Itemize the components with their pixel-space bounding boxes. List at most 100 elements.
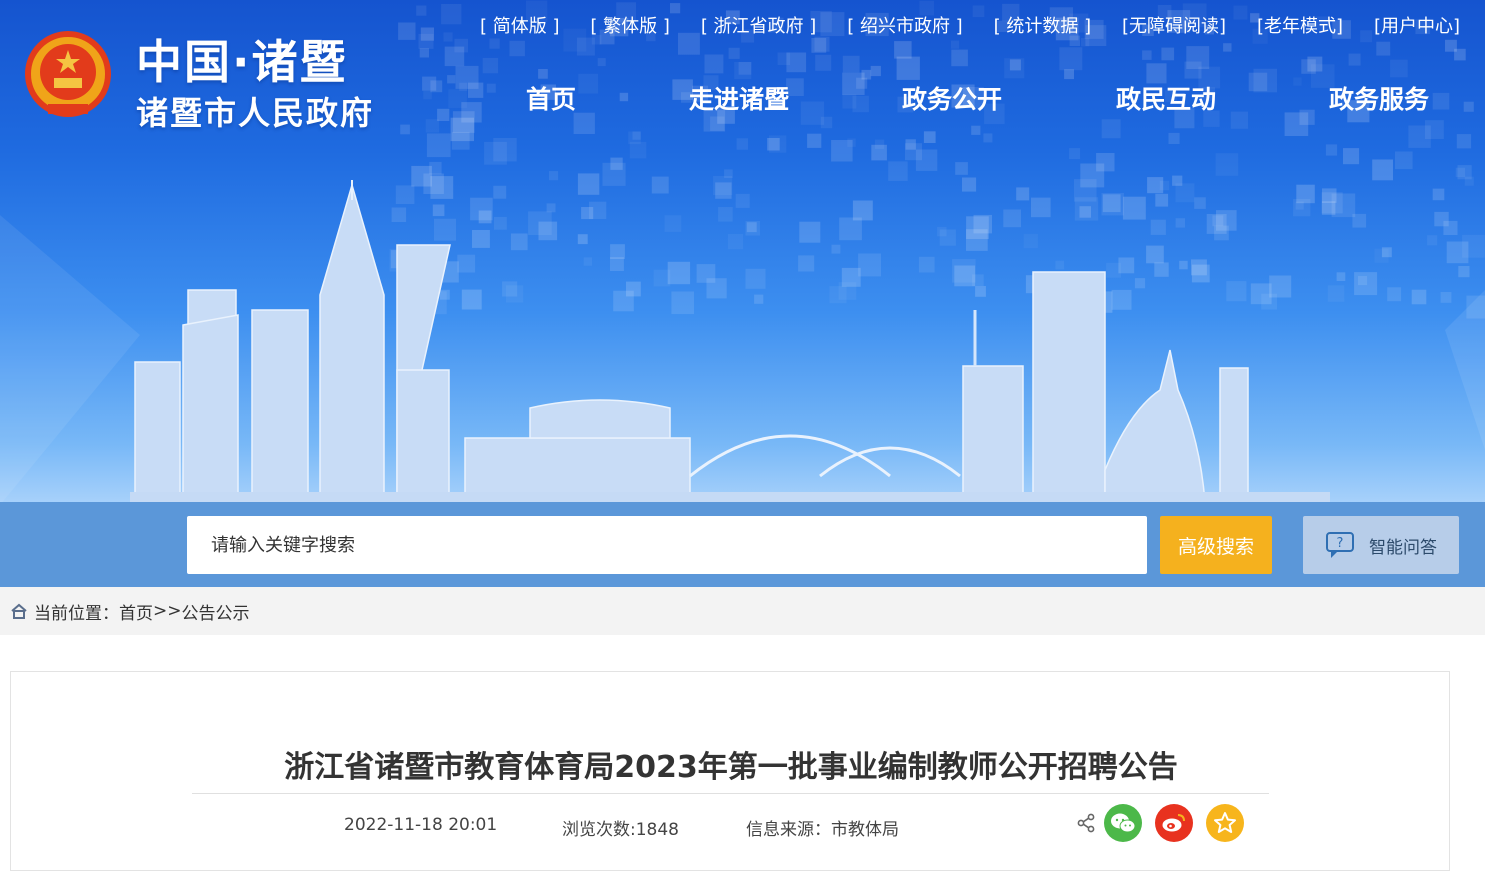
article-panel: 浙江省诸暨市教育体育局2023年第一批事业编制教师公开招聘公告 2022-11-… <box>10 671 1450 871</box>
banner-pixel <box>430 80 443 93</box>
banner-pixel <box>419 48 429 58</box>
favorite-button[interactable] <box>1206 804 1244 842</box>
banner-pixel <box>1064 69 1074 80</box>
banner-pixel <box>894 41 912 59</box>
banner-pixel <box>444 46 465 67</box>
banner-pixel <box>538 69 548 79</box>
banner-pixel <box>420 27 434 41</box>
banner-pixel <box>1301 59 1316 74</box>
breadcrumb-home-link[interactable]: 首页 <box>119 599 153 624</box>
banner-pixel <box>425 119 439 133</box>
info-source: 信息来源：市教体局 <box>746 820 899 840</box>
link-user-center[interactable]: [用户中心] <box>1374 12 1460 38</box>
nav-gov-services[interactable]: 政务服务 <box>1329 80 1429 116</box>
banner-pixel <box>455 65 479 89</box>
link-shaoxing-gov[interactable]: [ 绍兴市政府 ] <box>847 12 963 38</box>
banner-pixel <box>915 149 938 171</box>
city-skyline-illustration <box>130 180 1330 503</box>
banner-pixel <box>888 161 908 181</box>
share-wechat-button[interactable] <box>1104 804 1142 842</box>
search-input[interactable] <box>187 516 1147 574</box>
site-subtitle: 诸暨市人民政府 <box>136 94 375 132</box>
banner-pixel <box>610 157 623 170</box>
national-emblem-icon <box>25 31 111 117</box>
banner-pixel <box>1454 48 1466 61</box>
banner-pixel <box>482 57 499 74</box>
main-navigation: 首页 走进诸暨 政务公开 政民互动 政务服务 <box>500 80 1460 120</box>
banner-pixel <box>1161 47 1175 61</box>
nav-home[interactable]: 首页 <box>526 80 576 116</box>
banner-pixel <box>983 133 993 143</box>
banner-pixel <box>870 65 881 77</box>
link-accessibility[interactable]: [无障碍阅读] <box>1122 12 1226 38</box>
banner-pixel <box>1463 101 1474 112</box>
banner-pixel <box>738 62 752 75</box>
banner-pixel <box>861 69 872 80</box>
top-utility-links: [ 简体版 ] [ 繁体版 ] [ 浙江省政府 ] [ 绍兴市政府 ] [ 统计… <box>480 12 1460 38</box>
banner-pixel <box>704 54 724 74</box>
link-statistics[interactable]: [ 统计数据 ] <box>994 12 1092 38</box>
breadcrumb-current[interactable]: 公告公示 <box>182 599 250 624</box>
banner-pixel <box>447 75 456 84</box>
breadcrumb: 当前位置： 首页 >> 公告公示 <box>0 587 1485 635</box>
banner-pixel <box>736 138 748 150</box>
svg-text:?: ? <box>1337 536 1344 551</box>
banner-pixel <box>484 141 507 165</box>
banner-pixel <box>441 4 462 25</box>
link-traditional[interactable]: [ 繁体版 ] <box>590 12 670 38</box>
banner-pixel <box>847 138 856 147</box>
banner-pixel <box>896 56 920 80</box>
article-title: 浙江省诸暨市教育体育局2023年第一批事业编制教师公开招聘公告 <box>284 750 1178 785</box>
banner-pixel <box>955 162 968 175</box>
banner-pixel <box>811 38 827 53</box>
banner-pixel <box>1390 59 1408 78</box>
view-count: 浏览次数:1848 <box>562 820 679 840</box>
banner-pixel <box>807 133 822 148</box>
home-icon <box>11 603 27 619</box>
share-toolbar <box>1076 803 1244 843</box>
site-title: 中国·诸暨 <box>136 35 348 89</box>
advanced-search-button[interactable]: 高级搜索 <box>1160 516 1272 574</box>
banner-pixel <box>416 5 427 16</box>
banner-pixel <box>1142 50 1152 60</box>
banner-pixel <box>398 22 416 40</box>
banner-pixel <box>815 54 832 71</box>
banner-pixel <box>1372 159 1393 181</box>
banner-pixel <box>426 133 451 158</box>
header-banner: 中国·诸暨 诸暨市人民政府 [ 简体版 ] [ 繁体版 ] [ 浙江省政府 ] … <box>0 0 1485 505</box>
breadcrumb-separator: >> <box>153 601 182 621</box>
banner-pixel <box>728 47 740 59</box>
banner-pixel <box>1408 125 1431 148</box>
banner-pixel <box>486 83 496 93</box>
banner-pixel <box>1186 46 1210 69</box>
banner-pixel <box>905 139 916 150</box>
chat-bubble-question-icon: ? <box>1326 532 1354 558</box>
banner-pixel <box>597 58 606 67</box>
smart-qa-label: 智能问答 <box>1369 537 1437 558</box>
banner-pixel <box>509 40 525 57</box>
banner-pixel <box>1455 167 1466 178</box>
share-icon[interactable] <box>1076 813 1096 833</box>
banner-pixel <box>1376 41 1391 56</box>
nav-interaction[interactable]: 政民互动 <box>1116 80 1216 116</box>
banner-pixel <box>842 55 860 73</box>
banner-pixel <box>951 40 960 49</box>
banner-pixel <box>489 38 500 49</box>
banner-pixel <box>549 171 559 181</box>
banner-pixel <box>1059 47 1083 71</box>
nav-about-zhuji[interactable]: 走进诸暨 <box>689 80 789 116</box>
share-weibo-button[interactable] <box>1155 804 1193 842</box>
smart-qa-button[interactable]: ? 智能问答 <box>1303 516 1459 574</box>
title-divider <box>192 793 1269 794</box>
link-zhejiang-gov[interactable]: [ 浙江省政府 ] <box>701 12 817 38</box>
banner-pixel <box>724 169 733 178</box>
banner-pixel <box>1215 153 1239 176</box>
banner-pixel <box>1101 119 1121 139</box>
search-bar: 高级搜索 ? 智能问答 <box>0 502 1485 587</box>
nav-gov-affairs-open[interactable]: 政务公开 <box>902 80 1002 116</box>
link-simplified[interactable]: [ 简体版 ] <box>480 12 560 38</box>
banner-pixel <box>1348 53 1361 66</box>
banner-pixel <box>1395 151 1413 170</box>
star-icon <box>1214 812 1236 833</box>
link-elder-mode[interactable]: [老年模式] <box>1257 12 1343 38</box>
